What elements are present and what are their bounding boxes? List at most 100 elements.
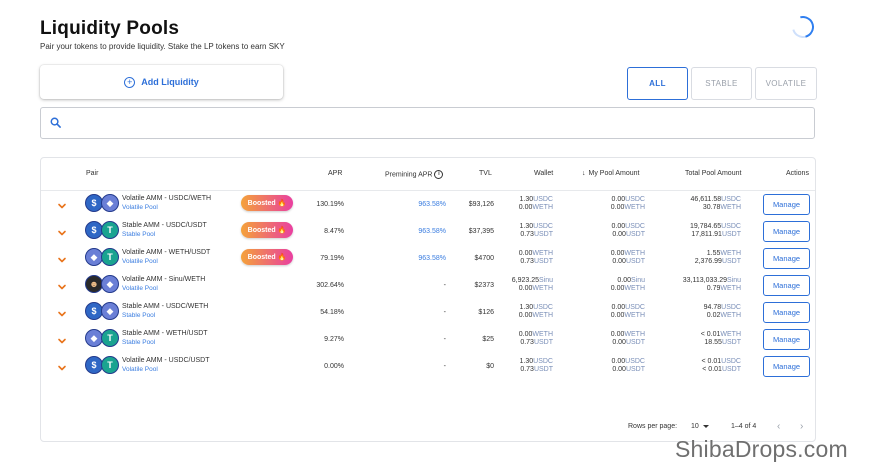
my-pool-amount: 0.00 [617,277,631,284]
usdt-icon: T [101,221,119,239]
filter-all-button[interactable]: ALL [627,67,688,100]
total-pool-unit: WETH [720,331,741,338]
my-pool-amount: 0.00 [610,204,625,211]
apr-value: 9.27% [324,336,344,343]
wallet-amount: 6,923.25 [511,277,539,284]
apr-value: 302.64% [316,282,344,289]
fire-icon: 🔥 [277,227,287,234]
manage-button[interactable]: Manage [763,248,810,269]
wallet-unit: USDC [533,358,553,365]
usdt-icon: T [101,248,119,266]
wallet-amount: 0.00 [518,312,533,319]
info-icon[interactable]: i [434,170,444,179]
chevron-down-icon[interactable] [57,306,67,317]
my-pool-unit: USDT [625,339,645,346]
pool-type: Stable Pool [122,312,156,319]
total-pool-amount: < 0.01 [702,366,722,373]
chevron-down-icon[interactable] [57,198,67,209]
wallet-unit: USDC [533,304,553,311]
wallet-unit: USDC [533,196,553,203]
total-pool-amount: 19,784.65 [690,223,722,230]
my-pool-unit: USDC [625,223,645,230]
manage-button[interactable]: Manage [763,275,810,296]
total-pool-amount: 2,376.99 [694,258,722,265]
usdt-icon: T [101,356,119,374]
wallet-unit: USDT [533,231,553,238]
wallet-line: 1.30USDC [520,304,553,311]
rows-per-page-select[interactable]: 10 [691,423,699,430]
wallet-unit: WETH [532,331,553,338]
chevron-down-icon[interactable] [57,333,67,344]
my-pool-line: 0.00USDC [612,196,645,203]
my-pool-unit: USDT [625,231,645,238]
total-pool-unit: USDT [721,339,741,346]
wallet-amount: 0.73 [520,366,534,373]
total-pool-unit: Sinu [726,277,741,284]
total-pool-unit: USDC [721,358,741,365]
tvl-value: $37,395 [468,228,494,235]
manage-button[interactable]: Manage [763,221,810,242]
tvl-value: $0 [486,363,494,370]
boosted-label: Boosted [247,253,276,261]
total-pool-line: 2,376.99USDT [695,258,741,265]
rows-per-page-label: Rows per page: [628,423,678,430]
table-pagination: Rows per page: 10 1–4 of 4 ‹ › [41,420,815,436]
my-pool-amount: 0.00 [612,231,626,238]
wallet-line: 6,923.25Sinu [512,277,553,284]
prev-page-icon[interactable]: ‹ [777,421,780,432]
total-pool-amount: < 0.01 [700,331,721,338]
tvl-value: $93,126 [468,201,494,208]
manage-button[interactable]: Manage [763,302,810,323]
table-row: ☻ ◆ Volatile AMM - Sinu/WETH Volatile Pool 3… [41,272,815,299]
my-pool-amount: 0.00 [611,358,626,365]
pair-name: Volatile AMM - USDC/USDT [122,357,210,364]
chevron-down-icon[interactable] [57,279,67,290]
search-input[interactable] [69,114,803,134]
filter-stable-button[interactable]: STABLE [691,67,752,100]
chevron-down-icon[interactable] [57,252,67,263]
total-pool-line: 94.78USDC [704,304,741,311]
filter-volatile-button[interactable]: VOLATILE [755,67,817,100]
wallet-amount: 0.73 [520,339,534,346]
token-pair-icons: ◆ T [85,248,121,268]
wallet-line: 1.30USDC [520,223,553,230]
boosted-label: Boosted [247,199,276,207]
my-pool-line: 0.00USDT [612,366,645,373]
my-pool-line: 0.00USDT [612,339,645,346]
my-pool-line: 0.00WETH [611,312,645,319]
my-pool-unit: WETH [624,250,645,257]
chevron-down-icon[interactable] [57,225,67,236]
caret-down-icon[interactable] [703,425,709,428]
apr-value: 0.00% [324,363,344,370]
my-pool-line: 0.00WETH [611,204,645,211]
header-premining-apr-label: Premining APR [385,171,433,179]
my-pool-amount: 0.00 [610,331,625,338]
my-pool-amount: 0.00 [611,304,626,311]
total-pool-line: 19,784.65USDC [690,223,741,230]
total-pool-unit: USDT [721,231,741,238]
sort-arrow-down-icon: ↓ [582,170,586,177]
next-page-icon[interactable]: › [800,421,803,432]
pool-type: Stable Pool [122,231,156,238]
wallet-line: 1.30USDC [520,358,553,365]
wallet-amount: 0.00 [518,204,533,211]
token-pair-icons: $ ◆ [85,194,121,214]
chevron-down-icon[interactable] [57,360,67,371]
wallet-line: 0.73USDT [520,339,553,346]
wallet-amount: 0.00 [518,285,533,292]
total-pool-line: 46,611.58USDC [691,196,741,203]
watermark: ShibaDrops.com [675,436,848,462]
premining-apr-value: - [443,336,446,343]
search-icon [50,117,61,128]
add-liquidity-button[interactable]: + Add Liquidity [40,65,283,99]
manage-button[interactable]: Manage [763,194,810,215]
my-pool-unit: WETH [624,331,645,338]
manage-button[interactable]: Manage [763,356,810,377]
total-pool-amount: 0.02 [706,312,721,319]
table-header: Pair APR Premining APR i TVL Wallet ↓ My P… [41,158,815,191]
manage-button[interactable]: Manage [763,329,810,350]
total-pool-amount: 46,611.58 [690,196,722,203]
my-pool-amount: 0.00 [612,258,626,265]
total-pool-amount: 18.55 [704,339,722,346]
header-my-pool-amount[interactable]: ↓ My Pool Amount [582,170,639,177]
